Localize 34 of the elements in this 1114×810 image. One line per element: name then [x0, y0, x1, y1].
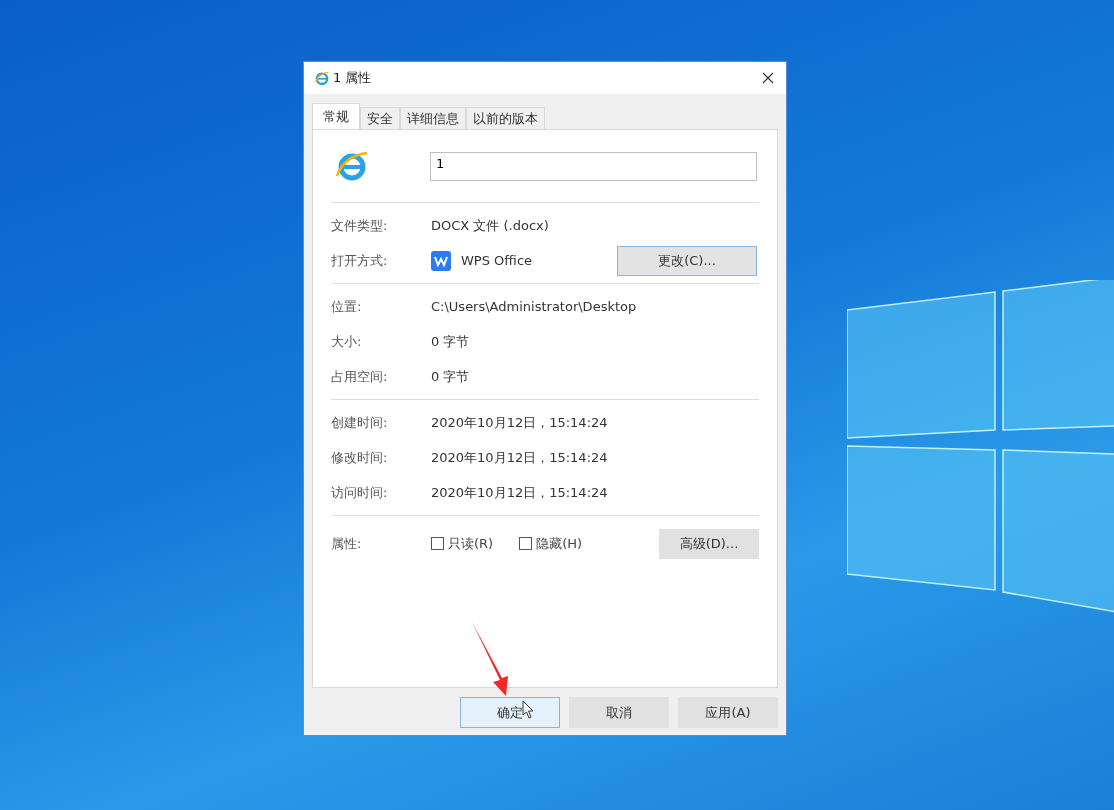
- field-value: WPS Office: [461, 253, 533, 268]
- field-label: 文件类型:: [331, 216, 389, 235]
- close-icon[interactable]: [762, 72, 774, 84]
- field-label: 访问时间:: [331, 483, 389, 502]
- field-value: DOCX 文件 (.docx): [431, 216, 549, 235]
- dialog-button[interactable]: 取消: [569, 697, 669, 728]
- field-label: 创建时间:: [331, 413, 389, 432]
- field-value: 2020年10月12日，15:14:24: [431, 483, 608, 502]
- field-label: 修改时间:: [331, 448, 389, 467]
- field-label: 打开方式:: [331, 251, 389, 270]
- field-value: C:\Users\Administrator\Desktop: [431, 299, 637, 314]
- app-w-icon: [431, 250, 451, 271]
- checkbox[interactable]: 只读(R): [431, 534, 494, 553]
- field-value: 2020年10月12日，15:14:24: [431, 448, 608, 467]
- change-button[interactable]: 更改(C)...: [617, 245, 757, 276]
- tab[interactable]: 常规: [312, 103, 360, 129]
- field-label: 属性:: [331, 534, 363, 553]
- tab[interactable]: 以前的版本: [466, 107, 545, 129]
- name-field[interactable]: 1: [430, 151, 757, 181]
- advanced-button[interactable]: 高级(D)...: [659, 528, 759, 559]
- browser-e-icon: [314, 70, 330, 86]
- field-label: 占用空间:: [331, 367, 389, 386]
- field-value: 0 字节: [431, 332, 470, 351]
- field-value: 0 字节: [431, 367, 470, 386]
- tab[interactable]: 安全: [360, 107, 400, 129]
- field-value: 2020年10月12日，15:14:24: [431, 413, 608, 432]
- field-label: 大小:: [331, 332, 363, 351]
- cursor-icon: [522, 700, 536, 720]
- tab[interactable]: 详细信息: [400, 107, 466, 129]
- dialog-button[interactable]: 应用(A): [678, 697, 778, 728]
- dialog-button[interactable]: 确定: [460, 697, 560, 728]
- window-title: 1 属性: [333, 69, 373, 87]
- checkbox[interactable]: 隐藏(H): [519, 534, 583, 553]
- field-label: 位置:: [331, 297, 363, 316]
